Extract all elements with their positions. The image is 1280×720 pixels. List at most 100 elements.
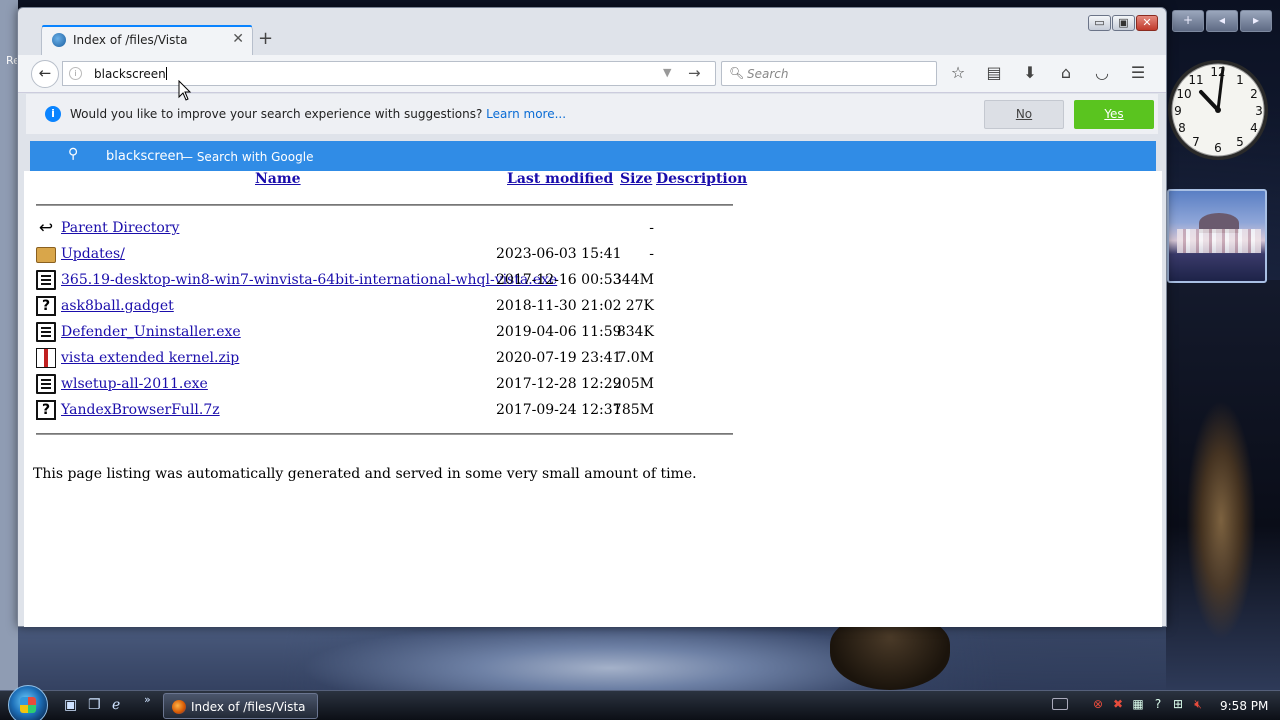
downloads-icon[interactable]: ⬇ [1019, 62, 1041, 84]
info-circle-icon: i [45, 106, 61, 122]
file-size: 344M [612, 272, 654, 288]
taskbar: ▣ ❐ ℯ » Index of /files/Vista ... ⊗ ✖ ▦ … [0, 685, 1280, 720]
file-link[interactable]: 365.19-desktop-win8-win7-winvista-64bit-… [61, 272, 557, 288]
learn-more-link[interactable]: Learn more... [486, 107, 566, 121]
bookmark-star-icon[interactable]: ☆ [947, 62, 969, 84]
file-size: 7.0M [617, 350, 654, 366]
suggestion-action: — Search with Google [181, 150, 314, 164]
column-header-name[interactable]: Name [255, 171, 301, 187]
close-tab-icon[interactable]: ✕ [232, 31, 244, 47]
bookmarks-list-icon[interactable]: ▤ [983, 62, 1005, 84]
info-icon[interactable]: i [69, 67, 82, 80]
column-header-description[interactable]: Description [656, 171, 747, 187]
file-link[interactable]: YandexBrowserFull.7z [61, 402, 220, 418]
file-date: 2018-11-30 21:02 [496, 298, 622, 314]
start-button[interactable] [8, 685, 48, 720]
url-input[interactable]: blackscreen [94, 67, 167, 81]
svg-text:5: 5 [1236, 135, 1244, 149]
search-placeholder: Search [747, 67, 789, 81]
previous-gadget-button[interactable]: ◂ [1206, 10, 1238, 32]
file-date: 2020-07-19 23:41 [496, 350, 622, 366]
file-date: 2019-04-06 11:59 [496, 324, 622, 340]
globe-icon [52, 33, 66, 47]
svg-text:4: 4 [1250, 121, 1258, 135]
home-icon[interactable]: ⌂ [1055, 62, 1077, 84]
help-icon[interactable]: ? [1150, 695, 1166, 713]
keyboard-icon[interactable] [1052, 698, 1068, 710]
clock-time[interactable]: 9:58 PM [1220, 699, 1268, 713]
url-bar[interactable]: i blackscreen ▼ → [62, 61, 716, 86]
text-caret [165, 67, 167, 80]
back-button[interactable]: ← [31, 60, 59, 88]
slideshow-town [1177, 229, 1261, 253]
no-button[interactable]: No [984, 100, 1064, 129]
file-link[interactable]: wlsetup-all-2011.exe [61, 376, 208, 392]
go-arrow-icon[interactable]: → [688, 64, 701, 82]
chevron-right-icon[interactable]: » [144, 693, 151, 706]
suggestion-query: blackscreen [106, 149, 184, 164]
table-row: Defender_Uninstaller.exe 2019-04-06 11:5… [36, 320, 736, 346]
slideshow-gadget[interactable] [1167, 189, 1267, 283]
show-desktop-icon[interactable]: ▣ [64, 697, 77, 713]
tab-accent [42, 25, 252, 27]
table-row: ? YandexBrowserFull.7z 2017-09-24 12:37 … [36, 398, 736, 424]
tray-app-icon[interactable]: ▦ [1130, 695, 1146, 713]
yes-button[interactable]: Yes [1074, 100, 1154, 129]
column-header-size[interactable]: Size [620, 171, 652, 187]
file-date: 2017-12-28 12:29 [496, 376, 622, 392]
footer-divider [36, 433, 733, 435]
maximize-button[interactable]: ▣ [1112, 15, 1135, 31]
taskbar-button-label: Index of /files/Vista ... [191, 700, 306, 720]
pocket-icon[interactable]: ◡ [1091, 62, 1113, 84]
column-header-last-modified[interactable]: Last modified [507, 171, 613, 187]
clock-face-icon: 1212 345 678 91011 [1168, 60, 1268, 160]
notification-message: Would you like to improve your search ex… [70, 107, 566, 121]
desktop-wallpaper-right [1166, 280, 1280, 690]
menu-icon[interactable]: ☰ [1127, 62, 1149, 84]
file-size: 185M [612, 402, 654, 418]
file-link[interactable]: Parent Directory [61, 220, 179, 236]
close-window-button[interactable]: ✕ [1136, 15, 1158, 31]
notification-text: Would you like to improve your search ex… [70, 107, 483, 121]
minimize-button[interactable]: ▭ [1088, 15, 1111, 31]
file-link[interactable]: ask8ball.gadget [61, 298, 174, 314]
next-gadget-button[interactable]: ▸ [1240, 10, 1272, 32]
defender-icon[interactable]: ✖ [1110, 695, 1126, 713]
svg-text:7: 7 [1192, 135, 1200, 149]
switch-windows-icon[interactable]: ❐ [88, 697, 101, 713]
security-alert-icon[interactable]: ⊗ [1090, 695, 1106, 713]
volume-muted-icon[interactable]: 🔇︎ [1190, 695, 1206, 713]
table-row: ? ask8ball.gadget 2018-11-30 21:02 27K [36, 294, 736, 320]
file-size: 27K [625, 298, 654, 314]
search-suggestion-row[interactable]: ⚲ blackscreen — Search with Google [30, 141, 1156, 171]
svg-text:8: 8 [1178, 121, 1186, 135]
file-link[interactable]: vista extended kernel.zip [61, 350, 239, 366]
taskbar-firefox-button[interactable]: Index of /files/Vista ... [163, 693, 318, 720]
desktop-wallpaper-glow [300, 620, 920, 700]
internet-explorer-icon[interactable]: ℯ [112, 697, 120, 713]
search-suggestions-notification: i Would you like to improve your search … [26, 94, 1158, 134]
svg-text:2: 2 [1250, 87, 1258, 101]
toolbar-icons: ☆ ▤ ⬇ ⌂ ◡ ☰ [947, 62, 1149, 84]
url-text: blackscreen [94, 67, 166, 81]
search-bar[interactable]: 🔍︎ Search [721, 61, 937, 86]
clock-gadget[interactable]: 12 1 2 345 678 9 10 11 [1166, 52, 1268, 170]
search-icon: 🔍︎ [729, 66, 745, 80]
tab-index-files-vista[interactable]: Index of /files/Vista ✕ [41, 25, 253, 55]
svg-text:3: 3 [1255, 104, 1263, 118]
network-icon[interactable]: ⊞ [1170, 695, 1186, 713]
tab-title: Index of /files/Vista [73, 33, 188, 47]
file-link[interactable]: Defender_Uninstaller.exe [61, 324, 241, 340]
svg-text:1: 1 [1236, 73, 1244, 87]
desktop-left-edge: Re [0, 0, 20, 690]
unknown-file-icon: ? [36, 296, 56, 316]
add-gadget-button[interactable]: + [1172, 10, 1204, 32]
svg-text:10: 10 [1176, 87, 1191, 101]
table-row: 365.19-desktop-win8-win7-winvista-64bit-… [36, 268, 736, 294]
page-content: Name Last modified Size Description ↩ Pa… [24, 171, 1162, 627]
sidebar-gadget-controls: + ◂ ▸ [1172, 10, 1272, 32]
table-row: wlsetup-all-2011.exe 2017-12-28 12:29 20… [36, 372, 736, 398]
history-dropdown-icon[interactable]: ▼ [663, 66, 671, 79]
new-tab-button[interactable]: + [258, 28, 273, 49]
file-link[interactable]: Updates/ [61, 246, 125, 262]
